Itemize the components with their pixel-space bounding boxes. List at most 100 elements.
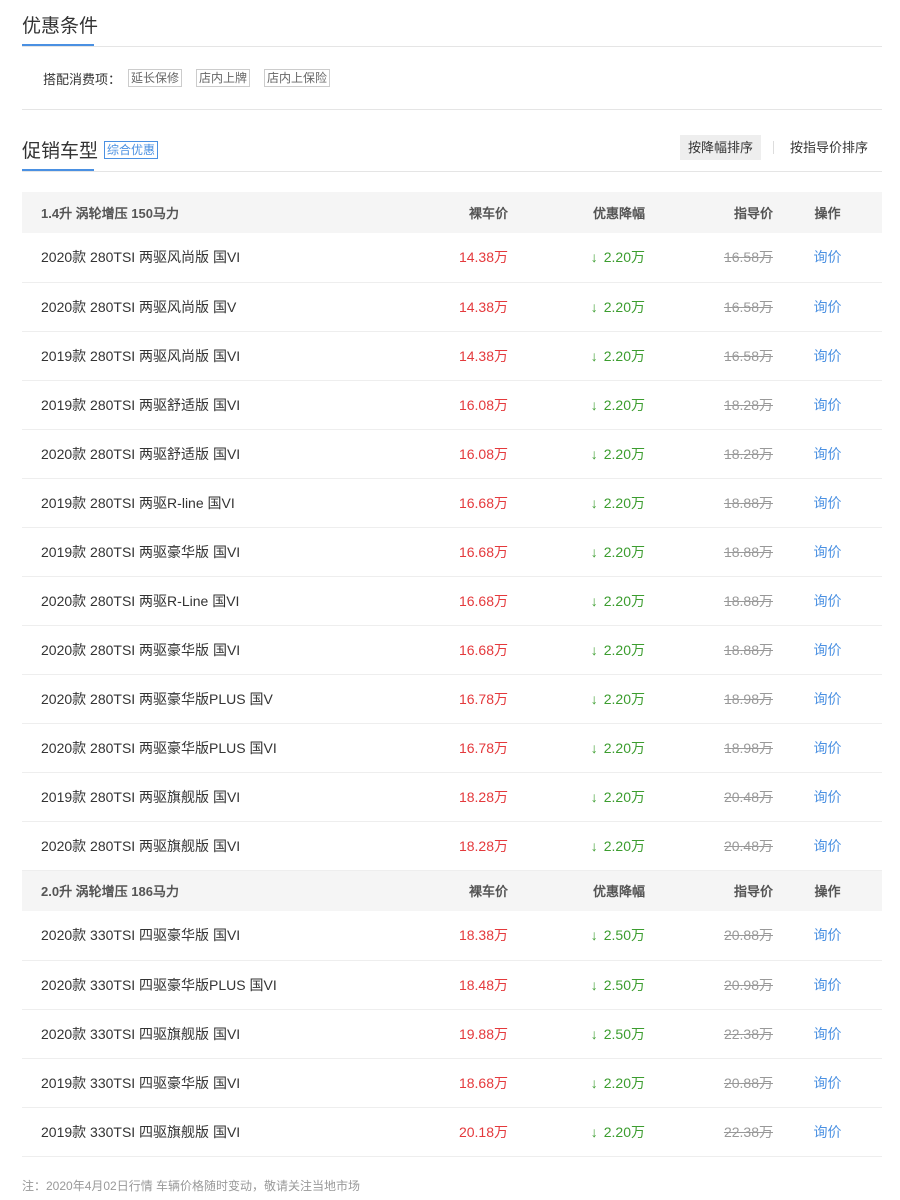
- bare-price: 16.08万: [322, 429, 508, 479]
- inquiry-link[interactable]: 询价: [814, 789, 842, 805]
- bare-price: 14.38万: [322, 282, 508, 332]
- guide-price-value: 18.88万: [723, 592, 773, 609]
- price-drop: ↓ 2.20万: [508, 576, 645, 626]
- header-op: 操作: [773, 192, 882, 233]
- promo-tag: 综合优惠: [104, 141, 159, 159]
- bare-price: 16.68万: [322, 576, 508, 626]
- inquiry-link[interactable]: 询价: [814, 1026, 842, 1042]
- sort-by-drop-button[interactable]: 按降幅排序: [680, 135, 762, 160]
- inquiry-link[interactable]: 询价: [814, 740, 842, 756]
- guide-price-value: 20.48万: [723, 837, 773, 854]
- price-drop-value: 2.20万: [603, 298, 645, 315]
- inquiry-link[interactable]: 询价: [814, 446, 842, 462]
- guide-price-value: 18.98万: [723, 690, 773, 707]
- guide-price: 22.38万: [645, 1107, 773, 1157]
- inquiry-link[interactable]: 询价: [814, 495, 842, 511]
- price-drop: ↓ 2.20万: [508, 723, 645, 773]
- bare-price: 18.28万: [322, 772, 508, 822]
- inquiry-link[interactable]: 询价: [814, 838, 842, 854]
- conditions-header: 优惠条件: [22, 0, 882, 47]
- price-drop: ↓ 2.20万: [508, 429, 645, 479]
- inquiry-link[interactable]: 询价: [814, 299, 842, 315]
- table-row: 2020款 280TSI 两驱豪华版PLUS 国V 16.78万 ↓ 2.20万 18.…: [22, 674, 882, 724]
- inquiry-cell: 询价: [773, 723, 882, 773]
- inquiry-link[interactable]: 询价: [814, 544, 842, 560]
- price-drop: ↓ 2.20万: [508, 380, 645, 430]
- down-arrow-icon: ↓: [590, 1074, 598, 1091]
- price-drop: ↓ 2.20万: [508, 478, 645, 528]
- price-drop: ↓ 2.20万: [508, 1107, 645, 1157]
- table-row: 2020款 330TSI 四驱豪华版PLUS 国VI 18.48万 ↓ 2.50万 20…: [22, 960, 882, 1010]
- bare-price: 18.68万: [322, 1058, 508, 1108]
- price-drop-value: 2.20万: [603, 1074, 645, 1091]
- down-arrow-icon: ↓: [590, 739, 598, 756]
- inquiry-link[interactable]: 询价: [814, 1075, 842, 1091]
- inquiry-link[interactable]: 询价: [814, 348, 842, 364]
- inquiry-link[interactable]: 询价: [814, 1124, 842, 1140]
- price-drop-value: 2.20万: [603, 1123, 645, 1140]
- inquiry-cell: 询价: [773, 674, 882, 724]
- price-drop-value: 2.20万: [603, 347, 645, 364]
- table-row: 2019款 280TSI 两驱旗舰版 国VI 18.28万 ↓ 2.20万 20.48万…: [22, 772, 882, 822]
- inquiry-cell: 询价: [773, 380, 882, 430]
- inquiry-link[interactable]: 询价: [814, 397, 842, 413]
- table-row: 2020款 280TSI 两驱舒适版 国VI 16.08万 ↓ 2.20万 18.28万…: [22, 429, 882, 479]
- model-name: 2020款 330TSI 四驱旗舰版 国VI: [22, 1009, 322, 1059]
- price-drop: ↓ 2.20万: [508, 674, 645, 724]
- sort-by-guide-price-button[interactable]: 按指导价排序: [782, 135, 876, 160]
- price-drop: ↓ 2.50万: [508, 911, 645, 961]
- table-row: 2020款 280TSI 两驱豪华版 国VI 16.68万 ↓ 2.20万 18.88万…: [22, 625, 882, 675]
- model-name: 2020款 280TSI 两驱豪华版PLUS 国V: [22, 674, 322, 724]
- bare-price: 18.38万: [322, 911, 508, 961]
- model-name: 2020款 280TSI 两驱豪华版 国VI: [22, 625, 322, 675]
- guide-price-value: 16.58万: [723, 298, 773, 315]
- model-name: 2020款 280TSI 两驱R-Line 国VI: [22, 576, 322, 626]
- price-drop-value: 2.20万: [603, 445, 645, 462]
- conditions-title: 优惠条件: [22, 16, 99, 37]
- bare-price: 16.08万: [322, 380, 508, 430]
- inquiry-cell: 询价: [773, 772, 882, 822]
- inquiry-link[interactable]: 询价: [814, 977, 842, 993]
- model-name: 2019款 280TSI 两驱R-line 国VI: [22, 478, 322, 528]
- model-name: 2020款 280TSI 两驱风尚版 国VI: [22, 233, 322, 283]
- model-name: 2019款 280TSI 两驱风尚版 国VI: [22, 331, 322, 381]
- table-row: 2020款 280TSI 两驱风尚版 国VI 14.38万 ↓ 2.20万 16.58万…: [22, 233, 882, 283]
- guide-price: 18.88万: [645, 625, 773, 675]
- down-arrow-icon: ↓: [590, 976, 598, 993]
- guide-price-value: 20.88万: [723, 1074, 773, 1091]
- price-drop: ↓ 2.20万: [508, 282, 645, 332]
- down-arrow-icon: ↓: [590, 347, 598, 364]
- guide-price: 16.58万: [645, 282, 773, 332]
- price-drop: ↓ 2.50万: [508, 960, 645, 1010]
- price-drop: ↓ 2.20万: [508, 1058, 645, 1108]
- price-table-body: 1.4升 涡轮增压 150马力 裸车价 优惠降幅 指导价 操作 2020款 280TSI …: [22, 192, 882, 1157]
- inquiry-link[interactable]: 询价: [814, 927, 842, 943]
- guide-price: 18.88万: [645, 576, 773, 626]
- guide-price: 20.88万: [645, 911, 773, 961]
- bare-price: 16.68万: [322, 625, 508, 675]
- price-drop: ↓ 2.20万: [508, 233, 645, 283]
- inquiry-link[interactable]: 询价: [814, 691, 842, 707]
- sort-divider: [773, 141, 774, 154]
- price-drop-value: 2.20万: [603, 543, 645, 560]
- guide-price-value: 22.38万: [723, 1025, 773, 1042]
- model-name: 2020款 330TSI 四驱豪华版PLUS 国VI: [22, 960, 322, 1010]
- inquiry-cell: 询价: [773, 478, 882, 528]
- table-row: 2020款 280TSI 两驱R-Line 国VI 16.68万 ↓ 2.20万 18.…: [22, 576, 882, 626]
- group-header-row: 2.0升 涡轮增压 186马力 裸车价 优惠降幅 指导价 操作: [22, 870, 882, 911]
- bare-price: 16.68万: [322, 478, 508, 528]
- down-arrow-icon: ↓: [590, 298, 598, 315]
- guide-price-value: 16.58万: [723, 347, 773, 364]
- price-drop-value: 2.20万: [603, 494, 645, 511]
- condition-tag-warranty: 延长保修: [128, 69, 183, 87]
- table-row: 2020款 280TSI 两驱风尚版 国V 14.38万 ↓ 2.20万 16.58万 询…: [22, 282, 882, 332]
- inquiry-link[interactable]: 询价: [814, 249, 842, 265]
- conditions-row: 搭配消费项： 延长保修 店内上牌 店内上保险: [22, 47, 882, 110]
- inquiry-cell: 询价: [773, 1009, 882, 1059]
- inquiry-link[interactable]: 询价: [814, 593, 842, 609]
- price-table: 1.4升 涡轮增压 150马力 裸车价 优惠降幅 指导价 操作 2020款 280TSI …: [22, 192, 882, 1157]
- price-drop: ↓ 2.20万: [508, 527, 645, 577]
- down-arrow-icon: ↓: [590, 396, 598, 413]
- table-row: 2019款 330TSI 四驱豪华版 国VI 18.68万 ↓ 2.20万 20.88万…: [22, 1058, 882, 1108]
- inquiry-link[interactable]: 询价: [814, 642, 842, 658]
